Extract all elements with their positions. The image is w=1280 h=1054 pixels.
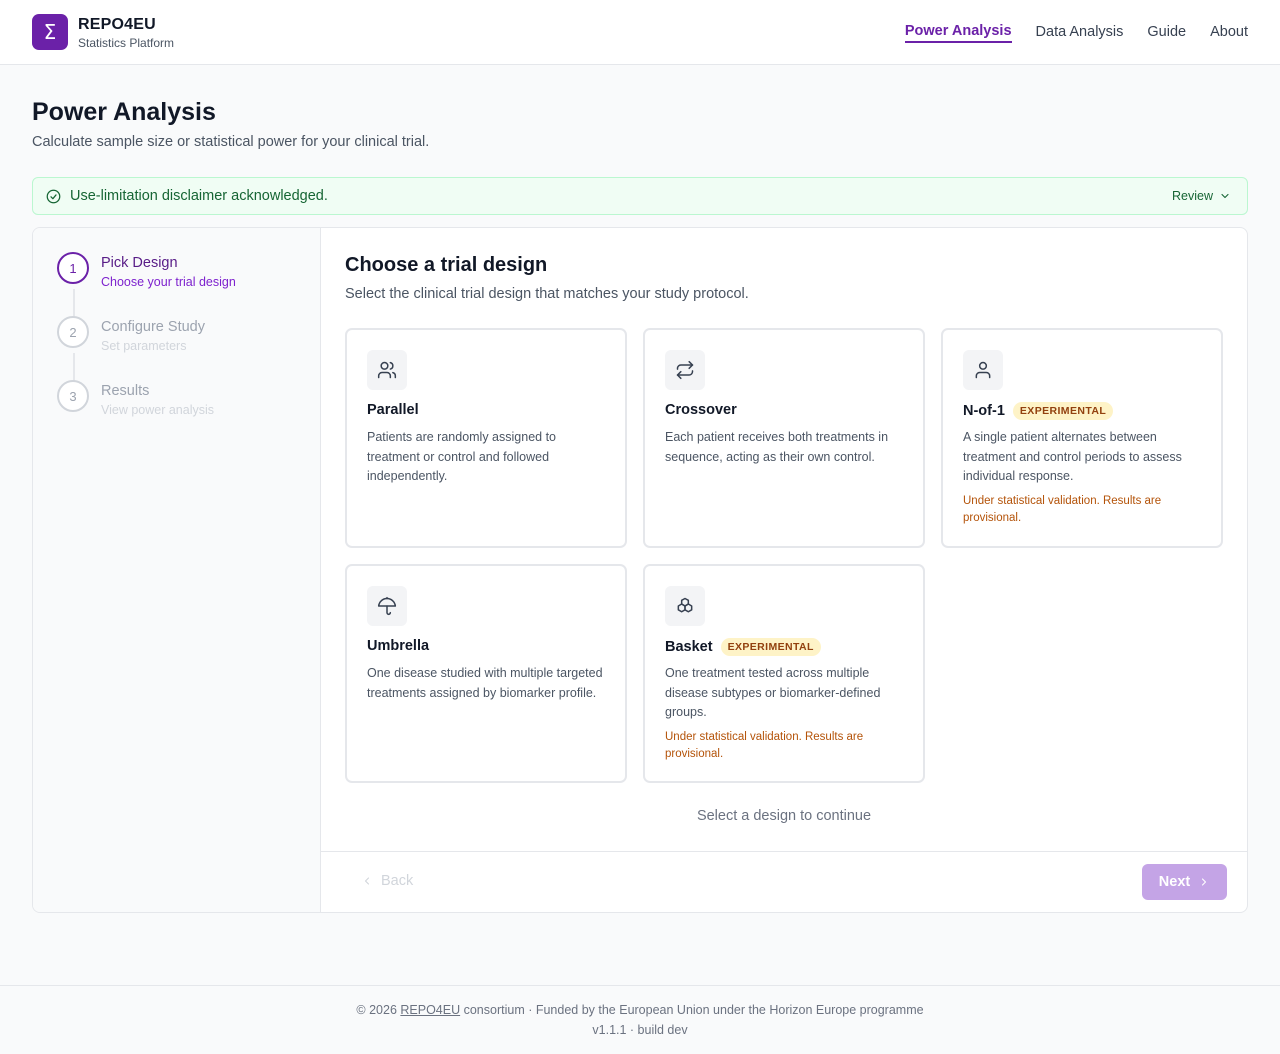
chevron-left-icon bbox=[361, 875, 373, 887]
nav-power-analysis[interactable]: Power Analysis bbox=[904, 19, 1012, 43]
step-number: 2 bbox=[57, 316, 89, 348]
step-title: Results bbox=[101, 383, 150, 399]
step-title: Pick Design bbox=[101, 255, 178, 271]
chevron-right-icon bbox=[1198, 876, 1210, 888]
main-nav: Power Analysis Data Analysis Guide About bbox=[904, 0, 1248, 64]
select-hint: Select a design to continue bbox=[696, 808, 872, 824]
umbrella-icon bbox=[367, 586, 407, 626]
card-description: One treatment tested across multiple dis… bbox=[665, 666, 881, 719]
card-header: Parallel bbox=[367, 402, 419, 418]
step-number: 3 bbox=[57, 380, 89, 412]
footer-prefix: © 2026 bbox=[356, 1003, 401, 1017]
experimental-badge: EXPERIMENTAL bbox=[720, 638, 821, 656]
section-subtitle: Select the clinical trial design that ma… bbox=[345, 286, 749, 302]
page-subtitle: Calculate sample size or statistical pow… bbox=[32, 134, 430, 150]
card-header: N-of-1 EXPERIMENTAL bbox=[963, 402, 1114, 420]
step-title: Configure Study bbox=[101, 319, 205, 335]
step-subtitle: Set parameters bbox=[101, 339, 187, 353]
design-picker: Choose a trial design Select the clinica… bbox=[321, 228, 1247, 912]
step-number: 1 bbox=[57, 252, 89, 284]
nav-data-analysis[interactable]: Data Analysis bbox=[1036, 20, 1124, 44]
card-title: Parallel bbox=[367, 402, 419, 418]
experimental-badge: EXPERIMENTAL bbox=[1012, 402, 1114, 420]
wizard-footer: Back Next bbox=[321, 851, 1247, 912]
steps-sidebar: 1 Pick Design Choose your trial design 2… bbox=[33, 228, 321, 912]
back-label: Back bbox=[381, 873, 414, 889]
card-title: Basket bbox=[665, 639, 713, 655]
step-subtitle: Choose your trial design bbox=[101, 275, 236, 289]
card-description: Each patient receives both treatments in… bbox=[665, 430, 889, 464]
back-button[interactable]: Back bbox=[361, 873, 413, 889]
chevron-down-icon bbox=[1219, 190, 1231, 202]
card-warning: Under statistical validation. Results ar… bbox=[665, 731, 864, 760]
card-header: Crossover bbox=[665, 402, 737, 418]
next-label: Next bbox=[1158, 874, 1191, 890]
step-connector bbox=[73, 289, 75, 317]
logo-sigma-icon[interactable]: Σ bbox=[32, 14, 68, 50]
card-title: Umbrella bbox=[367, 638, 430, 654]
footer-version: v1.1.1 · build dev bbox=[592, 1023, 688, 1037]
review-disclaimer-button[interactable]: Review bbox=[1172, 189, 1231, 203]
wizard-panel: 1 Pick Design Choose your trial design 2… bbox=[32, 227, 1248, 913]
design-card-n-of-1[interactable]: N-of-1 EXPERIMENTAL A single patient alt… bbox=[941, 328, 1223, 548]
check-circle-icon bbox=[46, 189, 61, 204]
card-header: Umbrella bbox=[367, 638, 429, 654]
nav-guide[interactable]: Guide bbox=[1147, 20, 1186, 44]
brand-name: REPO4EU bbox=[78, 16, 156, 33]
design-card-crossover[interactable]: Crossover Each patient receives both tre… bbox=[643, 328, 925, 548]
disclaimer-banner: Use-limitation disclaimer acknowledged. … bbox=[32, 177, 1248, 215]
step-subtitle: View power analysis bbox=[101, 403, 215, 417]
card-description: A single patient alternates between trea… bbox=[963, 430, 1182, 483]
next-button[interactable]: Next bbox=[1142, 864, 1227, 900]
footer-suffix: consortium · Funded by the European Unio… bbox=[460, 1003, 924, 1017]
footer-repo4eu-link[interactable]: REPO4EU bbox=[400, 1003, 460, 1017]
card-description: Patients are randomly assigned to treatm… bbox=[367, 430, 556, 483]
page-title: Power Analysis bbox=[32, 98, 216, 126]
design-card-basket[interactable]: Basket EXPERIMENTAL One treatment tested… bbox=[643, 564, 925, 783]
nav-about[interactable]: About bbox=[1210, 20, 1248, 44]
users-icon bbox=[367, 350, 407, 390]
repeat-icon bbox=[665, 350, 705, 390]
top-header: Σ REPO4EU Statistics Platform Power Anal… bbox=[0, 0, 1280, 65]
card-description: One disease studied with multiple target… bbox=[367, 666, 603, 700]
section-title: Choose a trial design bbox=[345, 254, 548, 276]
page-footer: © 2026 REPO4EU consortium · Funded by th… bbox=[0, 985, 1280, 1054]
design-card-umbrella[interactable]: Umbrella One disease studied with multip… bbox=[345, 564, 627, 783]
boxes-icon bbox=[665, 586, 705, 626]
review-label: Review bbox=[1172, 189, 1213, 203]
user-icon bbox=[963, 350, 1003, 390]
card-title: N-of-1 bbox=[963, 403, 1005, 419]
brand-subtitle: Statistics Platform bbox=[78, 36, 175, 50]
step-connector bbox=[73, 353, 75, 381]
disclaimer-text: Use-limitation disclaimer acknowledged. bbox=[70, 188, 328, 204]
card-header: Basket EXPERIMENTAL bbox=[665, 638, 821, 656]
footer-copyright: © 2026 REPO4EU consortium · Funded by th… bbox=[0, 1003, 1280, 1017]
card-title: Crossover bbox=[665, 402, 737, 418]
design-card-parallel[interactable]: Parallel Patients are randomly assigned … bbox=[345, 328, 627, 548]
card-warning: Under statistical validation. Results ar… bbox=[963, 495, 1162, 524]
